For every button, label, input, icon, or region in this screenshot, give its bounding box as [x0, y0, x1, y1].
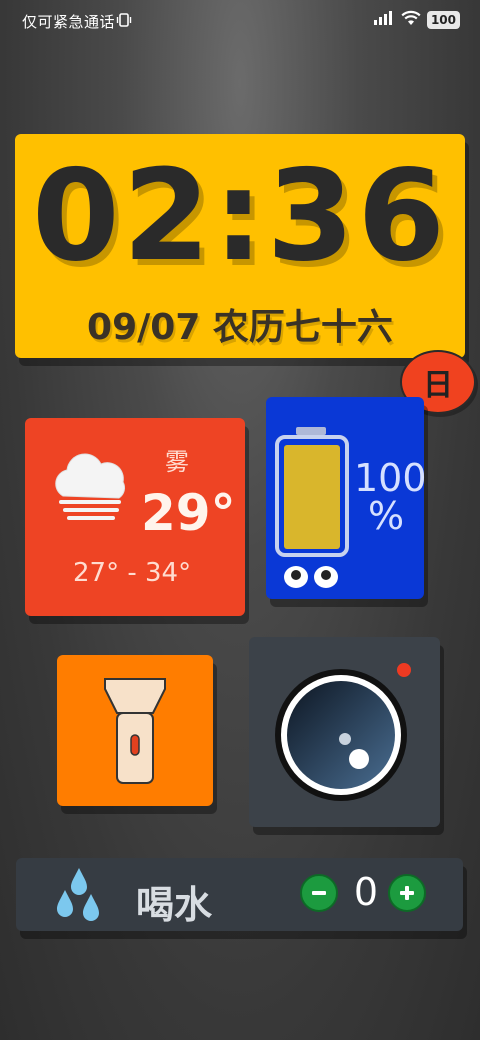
- battery-percent-sign: %: [367, 494, 405, 538]
- clock-widget[interactable]: 02:36 09/07 农历七十六: [15, 134, 465, 358]
- battery-icon: [274, 425, 352, 563]
- plus-icon: [398, 878, 416, 908]
- weather-widget[interactable]: 雾 29° 27° - 34°: [25, 418, 245, 616]
- water-plus-button[interactable]: [388, 874, 426, 912]
- camera-indicator-dot: [397, 663, 411, 677]
- signal-icon: [373, 10, 395, 30]
- minus-icon: [310, 878, 328, 908]
- battery-widget[interactable]: 100 %: [266, 397, 427, 599]
- clock-date: 09/07 农历七十六: [87, 307, 393, 348]
- camera-widget[interactable]: [249, 637, 440, 827]
- fog-cloud-icon: [49, 452, 133, 528]
- water-count: 0: [353, 870, 379, 914]
- battery-percentage: 100 %: [354, 456, 427, 538]
- water-widget: 喝水 0: [16, 858, 463, 931]
- status-bar: 仅可紧急通话 100: [0, 0, 480, 40]
- flashlight-icon: [103, 677, 167, 793]
- camera-lens-icon: [271, 665, 411, 809]
- vibrate-icon: [116, 12, 132, 32]
- clock-time: 02:36: [31, 142, 449, 289]
- eyes-icon: [282, 563, 342, 595]
- wifi-icon: [401, 10, 421, 30]
- network-status-text: 仅可紧急通话: [22, 13, 116, 31]
- water-minus-button[interactable]: [300, 874, 338, 912]
- status-battery-badge: 100: [426, 11, 460, 29]
- water-label: 喝水: [136, 883, 213, 927]
- battery-fill: [284, 445, 340, 549]
- flashlight-widget[interactable]: [57, 655, 213, 806]
- weather-range: 27° - 34°: [73, 558, 192, 588]
- water-drops-icon: [54, 866, 104, 926]
- battery-percent-value: 100: [354, 456, 427, 500]
- weather-condition: 雾: [165, 448, 189, 476]
- weather-temperature: 29°: [141, 484, 236, 542]
